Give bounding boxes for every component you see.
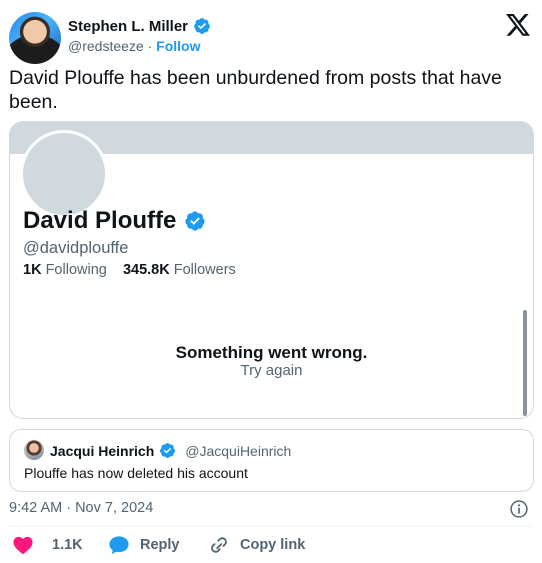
quote-author-row[interactable]: Jacqui Heinrich @JacquiHeinrich	[50, 442, 291, 459]
author-name[interactable]: Stephen L. Miller	[68, 18, 188, 35]
followers-stat[interactable]: 345.8K Followers	[123, 262, 236, 278]
quoted-tweet-card[interactable]: Jacqui Heinrich @JacquiHeinrich Plouffe …	[9, 429, 534, 492]
profile-name[interactable]: David Plouffe	[23, 207, 176, 235]
reply-button[interactable]: Reply	[108, 535, 180, 555]
quote-author-avatar[interactable]	[24, 440, 44, 460]
heart-icon	[13, 536, 33, 555]
profile-stats: 1K Following 345.8K Followers	[23, 262, 236, 278]
author-handle-row: @redsteeze · Follow	[68, 38, 200, 54]
scrollbar-thumb[interactable]	[523, 310, 527, 416]
x-logo-icon[interactable]	[506, 14, 530, 36]
error-message: Something went wrong.	[175, 343, 368, 362]
reply-label: Reply	[140, 537, 180, 553]
profile-name-row[interactable]: David Plouffe	[23, 207, 206, 235]
following-label: Following	[45, 262, 107, 278]
verified-badge-icon	[160, 443, 176, 458]
quote-author-handle[interactable]: @JacquiHeinrich	[185, 443, 291, 459]
following-count: 1K	[23, 262, 42, 278]
followers-count: 345.8K	[122, 262, 170, 278]
divider	[9, 526, 532, 527]
embedded-profile-card[interactable]: David Plouffe @davidplouffe 1K Following…	[9, 121, 534, 419]
follow-button[interactable]: Follow	[156, 38, 200, 54]
copy-link-label: Copy link	[240, 537, 306, 553]
copy-link-button[interactable]: Copy link	[208, 535, 305, 555]
quote-author-name[interactable]: Jacqui Heinrich	[50, 443, 154, 459]
verified-badge-icon	[185, 211, 205, 231]
reply-bubble-icon	[109, 536, 129, 555]
try-again-button[interactable]: Try again	[10, 362, 533, 379]
followers-label: Followers	[173, 262, 236, 278]
following-stat[interactable]: 1K Following	[23, 262, 107, 278]
like-count: 1.1K	[52, 537, 83, 553]
tweet-card: Stephen L. Miller @redsteeze · Follow Da…	[0, 0, 542, 563]
handle-separator: ·	[147, 38, 153, 54]
author-name-row[interactable]: Stephen L. Miller	[68, 17, 211, 35]
verified-badge-icon	[194, 18, 210, 34]
author-handle[interactable]: @redsteeze	[68, 38, 144, 54]
profile-avatar-placeholder[interactable]	[20, 130, 108, 218]
profile-handle: @davidplouffe	[23, 239, 129, 257]
tweet-text: David Plouffe has been unburdened from p…	[9, 67, 502, 113]
tweet-timestamp[interactable]: 9:42 AM · Nov 7, 2024	[9, 500, 153, 516]
link-icon	[211, 537, 227, 553]
quote-text: Plouffe has now deleted his account	[24, 465, 248, 481]
like-button[interactable]: 1.1K	[12, 535, 83, 555]
info-icon[interactable]	[509, 499, 529, 519]
author-avatar[interactable]	[9, 12, 61, 64]
